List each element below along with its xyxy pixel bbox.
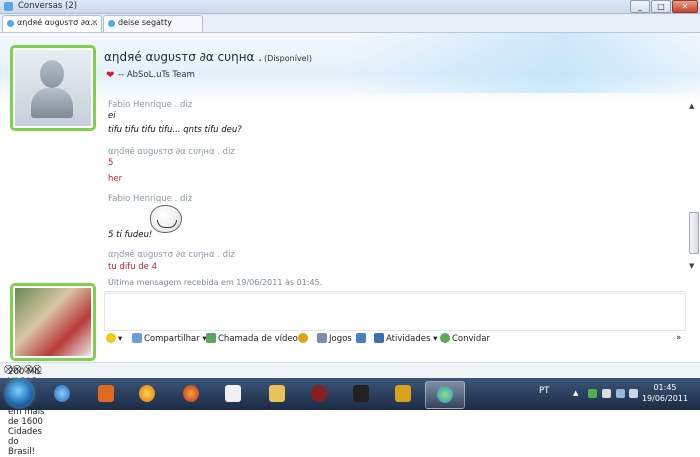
own-avatar[interactable]: [10, 283, 96, 361]
taskbar-document[interactable]: [214, 381, 252, 407]
taskbar-firefox[interactable]: [172, 381, 210, 407]
conversation-toolbar: ▾ Compartilhar ▾ Chamada de vídeo ▾ Jogo…: [104, 331, 688, 349]
header-decoration: [350, 33, 700, 93]
invite-icon: [440, 333, 450, 343]
game-icon: [311, 385, 327, 402]
promo-bar[interactable]: ⛒⛒ 200 MIL VAGAS de Emprego em mais de 1…: [0, 362, 700, 457]
message-text: her: [108, 174, 123, 184]
action-center-icon[interactable]: [602, 389, 611, 398]
message-text: tu difu de 4: [108, 262, 157, 272]
start-button[interactable]: [6, 380, 33, 407]
scroll-down-icon[interactable]: ▼: [689, 262, 694, 270]
taskbar-media-player[interactable]: [87, 381, 125, 407]
document-icon: [225, 385, 241, 402]
default-user-icon: [40, 60, 64, 88]
last-message-info: Última mensagem recebida em 19/06/2011 à…: [108, 278, 323, 287]
video-call-button[interactable]: Chamada de vídeo ▾: [206, 333, 305, 347]
share-label: Compartilhar: [144, 334, 200, 344]
send-file-button[interactable]: [356, 333, 368, 347]
clock-date: 19/06/2011: [641, 394, 689, 403]
heart-icon: ❤: [106, 70, 115, 81]
window-title: Conversas (2): [18, 1, 78, 11]
smiley-icon: [106, 333, 116, 343]
media-player-icon: [98, 385, 114, 402]
language-indicator[interactable]: PT: [539, 386, 549, 396]
send-file-icon: [356, 333, 366, 343]
video-call-label: Chamada de vídeo: [218, 334, 298, 344]
volume-icon[interactable]: [629, 389, 638, 398]
taskbar-game-1[interactable]: [300, 381, 338, 407]
tab-label: deise segatty: [118, 18, 172, 27]
game-icon: [353, 385, 369, 402]
message-text: 5: [108, 158, 114, 168]
car-icon: [395, 385, 411, 402]
activities-label: Atividades: [386, 334, 431, 344]
invite-label: Convidar: [452, 334, 491, 344]
default-user-body: [31, 88, 73, 118]
message-sender: Fabio Henrique . diz: [108, 194, 193, 204]
taskbar-explorer[interactable]: [258, 381, 296, 407]
message-sender: αηdяé αυgυsтσ ∂α cυηнα . diz: [108, 147, 235, 157]
messenger-tray-icon[interactable]: [588, 389, 597, 398]
messenger-icon: [437, 386, 453, 403]
folder-icon: [269, 385, 285, 402]
sun-icon: [139, 385, 155, 402]
message-text: tifu tifu tifu tifu... qnts tifu deu?: [108, 125, 242, 135]
tab-andre-augusto[interactable]: αηdяé αυgυsтσ ∂α... ✕: [2, 15, 102, 32]
contact-status: (Disponível): [264, 54, 312, 63]
taskbar-app-sun[interactable]: [128, 381, 166, 407]
clock-time: 01:45: [653, 383, 677, 392]
taskbar-game-2[interactable]: [342, 381, 380, 407]
conversation-tab-bar: αηdяé αυgυsтσ ∂α... ✕ deise segatty: [0, 14, 700, 33]
network-icon[interactable]: [616, 389, 625, 398]
firefox-icon: [183, 385, 199, 402]
promo-text: ⛒⛒ 200 MIL VAGAS de Emprego em mais de 1…: [4, 365, 46, 457]
message-sender: αηdяé αυgυsтσ ∂α cυηнα . diz: [108, 250, 235, 260]
nudge-button[interactable]: [298, 333, 310, 347]
divider: [104, 291, 684, 292]
message-text: 5 ti fudeu!: [108, 230, 153, 240]
chat-scrollbar[interactable]: ▲ ▼: [688, 100, 699, 275]
games-icon: [317, 333, 327, 343]
chat-history[interactable]: Fabio Henrique . diz ei tifu tifu tifu t…: [100, 100, 685, 275]
contact-avatar[interactable]: [10, 45, 96, 131]
message-input[interactable]: [104, 293, 686, 331]
message-text: ei: [108, 111, 116, 121]
scroll-up-icon[interactable]: ▲: [689, 102, 694, 110]
games-label: Jogos: [329, 334, 352, 344]
contact-status-icon: [7, 20, 14, 27]
activities-icon: [374, 333, 384, 343]
contact-status-icon: [108, 20, 115, 27]
activities-button[interactable]: Atividades ▾: [374, 333, 437, 347]
minimize-button[interactable]: _: [630, 0, 650, 13]
close-tab-icon[interactable]: ✕: [91, 18, 98, 27]
taskbar-ie[interactable]: [43, 381, 81, 407]
message-sender: Fabio Henrique . diz: [108, 100, 193, 110]
messenger-app-icon: [4, 2, 13, 11]
games-button[interactable]: Jogos: [317, 333, 352, 347]
video-call-icon: [206, 333, 216, 343]
contact-name: αηdяé αυgυsтσ ∂α cυηнα .: [104, 50, 263, 64]
nudge-icon: [298, 333, 308, 343]
taskbar-game-3[interactable]: [384, 381, 422, 407]
invite-button[interactable]: Convidar: [440, 333, 490, 347]
scroll-thumb[interactable]: [689, 212, 699, 254]
tab-label: αηdяé αυgυsтσ ∂α...: [17, 18, 98, 27]
internet-explorer-icon: [54, 385, 70, 402]
more-options-button[interactable]: »: [676, 333, 681, 347]
own-avatar-photo: [15, 288, 91, 356]
taskbar-messenger[interactable]: [425, 381, 465, 409]
share-button[interactable]: Compartilhar ▾: [132, 333, 207, 347]
troll-face-emoticon: [150, 205, 182, 233]
system-clock[interactable]: 01:45 19/06/2011: [640, 382, 690, 404]
share-icon: [132, 333, 142, 343]
dropdown-arrow-icon: ▾: [118, 334, 123, 344]
emoticon-button[interactable]: ▾: [106, 333, 122, 347]
show-hidden-icons-icon[interactable]: ▲: [573, 389, 582, 398]
personal-message: -- AbSoL.uTs Team: [118, 70, 195, 80]
window-title-bar: Conversas (2) _ □ ✕: [0, 0, 700, 14]
close-button[interactable]: ✕: [672, 0, 698, 13]
maximize-button[interactable]: □: [651, 0, 671, 13]
tab-deise-segatty[interactable]: deise segatty: [103, 15, 203, 32]
